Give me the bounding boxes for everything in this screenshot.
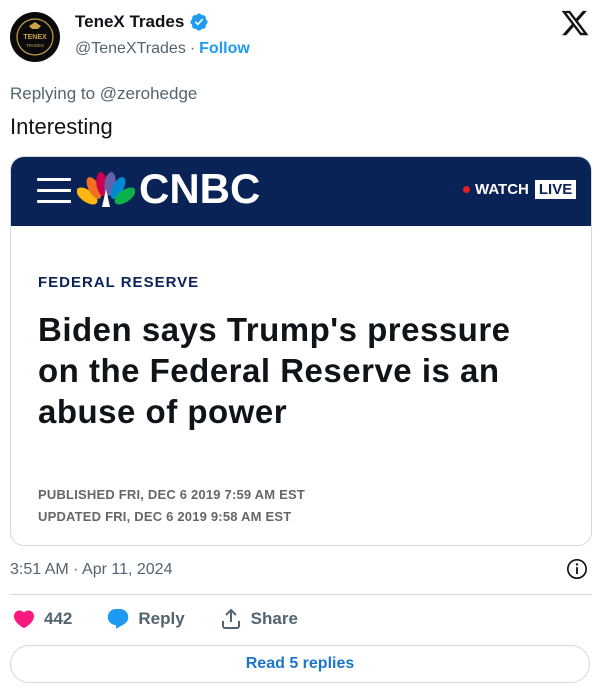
replying-to-text: Replying to @zerohedge [10, 84, 198, 103]
svg-text:TENEX: TENEX [23, 34, 47, 41]
share-button[interactable]: Share [219, 607, 298, 631]
info-icon[interactable] [566, 558, 588, 580]
author-handle[interactable]: @TeneXTrades [75, 40, 186, 58]
live-dot-icon [463, 186, 470, 193]
x-logo-icon[interactable] [560, 8, 590, 38]
hamburger-menu-icon [37, 178, 71, 204]
like-button[interactable]: 442 [12, 607, 72, 631]
author-name[interactable]: TeneX Trades [75, 12, 184, 32]
reply-label: Reply [138, 609, 185, 628]
read-replies-button[interactable]: Read 5 replies [10, 645, 590, 683]
heart-icon [13, 610, 35, 629]
share-icon [221, 608, 240, 629]
article-headline: Biden says Trump's pressure on the Feder… [38, 311, 511, 430]
updated-date: UPDATED FRI, DEC 6 2019 9:58 AM EST [38, 509, 292, 524]
article-card[interactable]: CNBC WATCH LIVE FEDERAL RESERVE Biden sa… [10, 156, 592, 546]
cnbc-wordmark: CNBC [139, 165, 261, 212]
action-bar: 442 Reply Share [12, 607, 332, 631]
reply-bubble-icon [108, 609, 129, 629]
author-handle-row: @TeneXTrades · Follow [75, 40, 250, 58]
live-label: LIVE [534, 180, 577, 199]
watch-label: WATCH [475, 181, 529, 198]
verified-badge-icon [190, 13, 208, 31]
divider [10, 594, 592, 595]
tenex-logo-icon: TENEX TRADES [11, 13, 59, 61]
tweet-timestamp[interactable]: 3:51 AM · Apr 11, 2024 [10, 561, 172, 579]
share-label: Share [250, 609, 298, 628]
published-date: PUBLISHED FRI, DEC 6 2019 7:59 AM EST [38, 487, 305, 502]
svg-text:TRADES: TRADES [26, 43, 44, 48]
avatar[interactable]: TENEX TRADES [10, 12, 60, 62]
cnbc-header-bar: CNBC WATCH LIVE [11, 157, 591, 226]
reply-button[interactable]: Reply [106, 607, 185, 631]
watch-live-button[interactable]: WATCH LIVE [463, 180, 577, 199]
follow-button[interactable]: Follow [199, 40, 250, 58]
nbc-peacock-icon [77, 172, 135, 207]
author-name-row[interactable]: TeneX Trades [75, 12, 209, 32]
separator-dot: · [189, 40, 196, 57]
article-category: FEDERAL RESERVE [38, 274, 200, 291]
tweet-text: Interesting [10, 114, 113, 139]
like-count: 442 [44, 609, 73, 628]
